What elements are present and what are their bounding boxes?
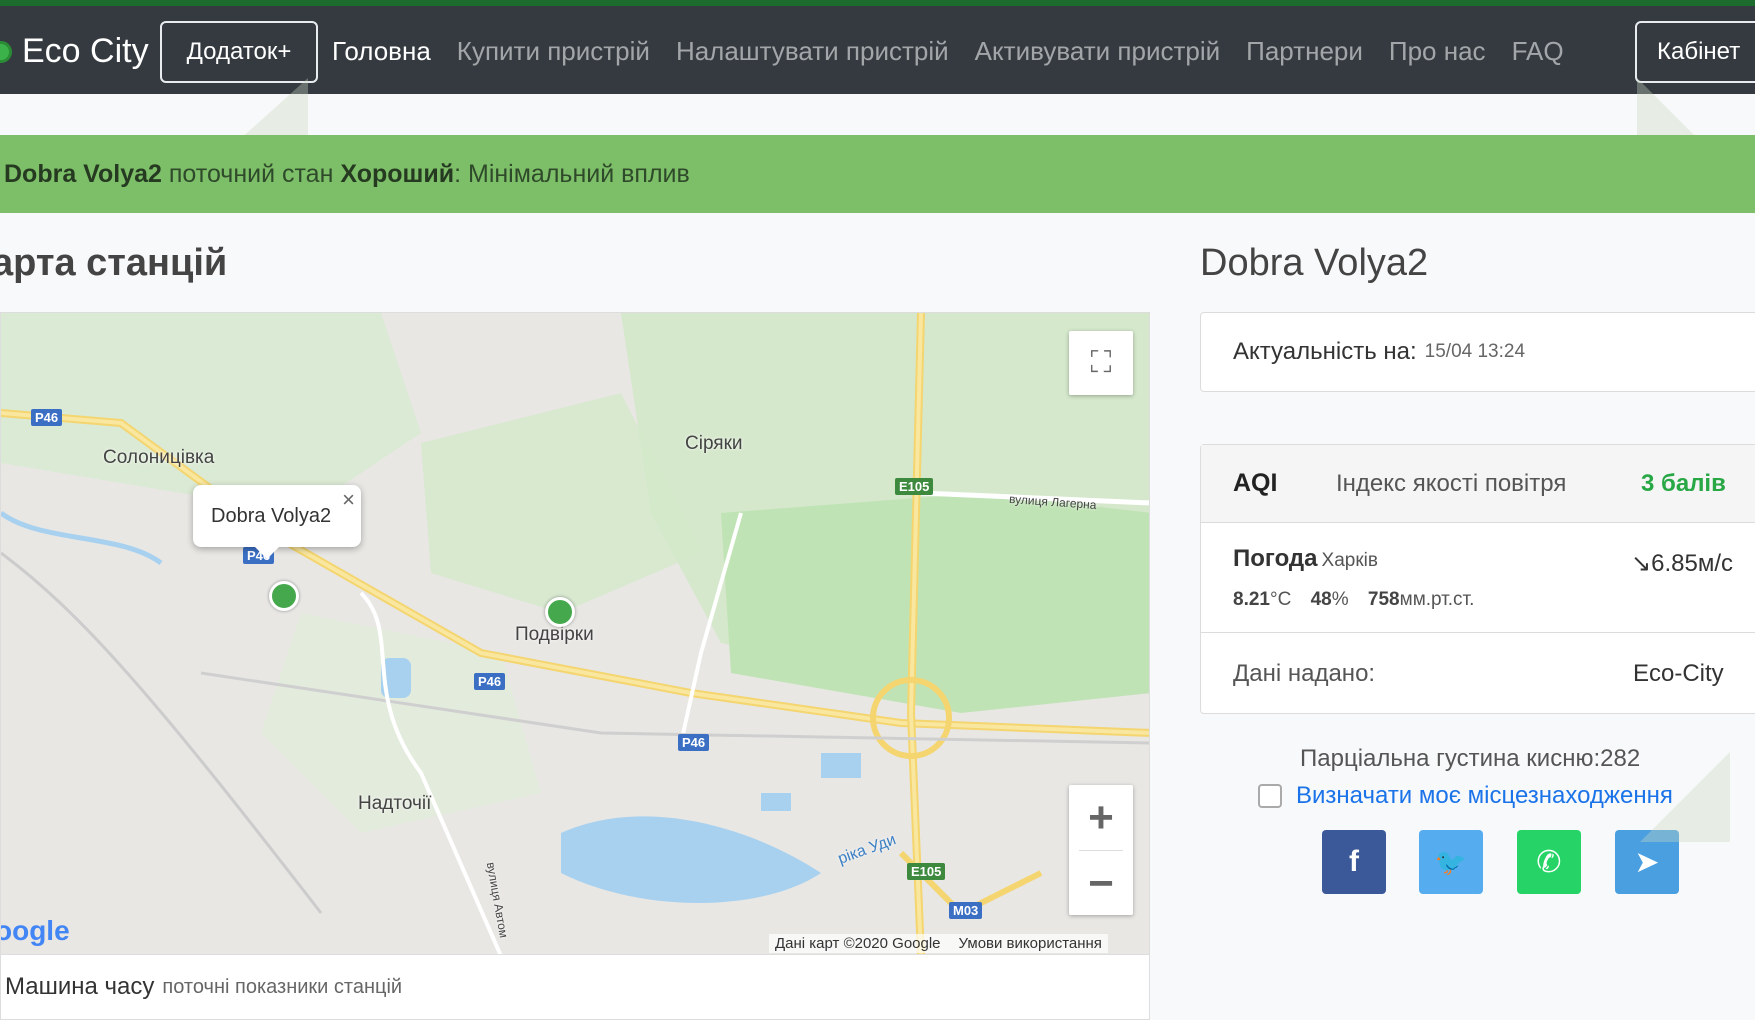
- weather-label: Погода: [1233, 545, 1318, 572]
- pressure-unit: мм.рт.ст.: [1399, 589, 1475, 610]
- nav-link-home[interactable]: Головна: [332, 36, 431, 67]
- nav-link-buy-device[interactable]: Купити пристрій: [457, 36, 650, 67]
- twitter-icon: 🐦: [1434, 846, 1468, 877]
- road-badge-e105: E105: [895, 478, 934, 495]
- map-label-nadtochii: Надточії: [358, 793, 432, 814]
- nav-link-about[interactable]: Про нас: [1389, 36, 1486, 67]
- station-title: Dobra Volya2: [1200, 242, 1429, 284]
- weather-title: Погода Харків: [1233, 545, 1378, 573]
- temperature-unit: °C: [1269, 589, 1292, 610]
- road-badge-m03: M03: [949, 902, 983, 919]
- road-badge-e105: E105: [907, 863, 946, 880]
- humidity: 48%: [1311, 589, 1349, 610]
- weather-row: Погода Харків ↘6.85м/с 8.21°C 48% 758мм.р…: [1201, 523, 1755, 633]
- banner-current-state-text: поточний стан: [168, 159, 334, 188]
- road-badge-p46: P46: [31, 409, 63, 426]
- station-marker-dobra-volya2[interactable]: [269, 581, 299, 611]
- humidity-unit: %: [1331, 589, 1349, 610]
- updated-timestamp: 15/04 13:24: [1424, 341, 1526, 362]
- banner-state: Хороший: [340, 159, 455, 188]
- zoom-in-button[interactable]: +: [1069, 785, 1133, 850]
- geolocation-checkbox[interactable]: [1258, 784, 1282, 808]
- station-marker-podvirky[interactable]: [545, 597, 575, 627]
- temperature-value: 8.21: [1233, 589, 1270, 610]
- nav-links: Головна Купити пристрій Налаштувати прис…: [332, 36, 1564, 67]
- brand-name: Eco City: [22, 32, 149, 70]
- map-terms-link[interactable]: Умови використання: [959, 935, 1102, 952]
- wind-speed: ↘6.85м/с: [1631, 550, 1733, 577]
- map-data-credit: Дані карт ©2020 Google: [775, 935, 941, 952]
- google-logo: oogle: [0, 915, 70, 947]
- nav-link-setup-device[interactable]: Налаштувати пристрій: [676, 36, 949, 67]
- aqi-label: AQI: [1233, 469, 1278, 497]
- app-button[interactable]: Додаток+: [160, 21, 318, 83]
- decorative-triangle-bottom-right: [1640, 752, 1730, 842]
- source-value: Eco-City: [1633, 660, 1724, 687]
- whatsapp-icon: ✆: [1536, 845, 1562, 879]
- stations-map-heading: арта станцій: [0, 242, 228, 284]
- fullscreen-button[interactable]: ⛶: [1069, 331, 1133, 395]
- source-label: Дані надано:: [1233, 660, 1376, 687]
- station-info-popup: Dobra Volya2 ×: [193, 485, 361, 559]
- data-source-row: Дані надано: Eco-City: [1201, 633, 1755, 715]
- fullscreen-icon: ⛶: [1090, 346, 1112, 379]
- weather-stats: 8.21°C 48% 758мм.рт.ст.: [1233, 589, 1474, 611]
- pressure-value: 758: [1367, 589, 1400, 610]
- road-badge-p46: P46: [474, 673, 506, 690]
- aqi-row: AQI Індекс якості повітря 3 балів: [1201, 445, 1755, 523]
- map-label-siryaky: Сіряки: [685, 433, 743, 454]
- time-machine-subtitle: поточні показники станцій: [162, 975, 403, 998]
- share-whatsapp-button[interactable]: ✆: [1517, 830, 1581, 894]
- map-credits: Дані карт ©2020 Google Умови використання: [769, 934, 1108, 953]
- nav-link-activate-device[interactable]: Активувати пристрій: [975, 36, 1220, 67]
- oxygen-density: Парціальна густина кисню:282: [1300, 745, 1641, 772]
- banner-impact: Мінімальний вплив: [468, 159, 690, 188]
- geolocation-label[interactable]: Визначати моє місцезнаходження: [1296, 782, 1673, 810]
- updated-card: Актуальність на: 15/04 13:24: [1200, 312, 1755, 392]
- stations-map[interactable]: ⛶ P46 P46 P46 P46 E105 E105 M03 Солониці…: [0, 312, 1150, 955]
- updated-label: Актуальність на:: [1233, 338, 1417, 365]
- eco-leaf-logo-icon: [0, 40, 12, 63]
- cabinet-button[interactable]: Кабінет: [1635, 21, 1755, 83]
- station-readings-card: AQI Індекс якості повітря 3 балів Погода…: [1200, 444, 1755, 714]
- zoom-out-button[interactable]: −: [1069, 851, 1133, 916]
- banner-separator: :: [454, 159, 462, 188]
- zoom-controls: + −: [1069, 785, 1133, 915]
- brand[interactable]: Eco City: [0, 32, 149, 71]
- weather-city: Харків: [1321, 550, 1378, 571]
- nav-link-partners[interactable]: Партнери: [1246, 36, 1363, 67]
- road-badge-p46: P46: [678, 734, 710, 751]
- share-facebook-button[interactable]: f: [1322, 830, 1386, 894]
- popup-station-name: Dobra Volya2: [211, 504, 332, 527]
- time-machine-title: Машина часу: [5, 973, 155, 1000]
- map-label-podvirky: Подвірки: [515, 624, 594, 645]
- share-twitter-button[interactable]: 🐦: [1419, 830, 1483, 894]
- air-quality-alert-banner: Dobra Volya2 поточний стан Хороший: Міні…: [0, 135, 1755, 213]
- aqi-value: 3 балів: [1641, 469, 1726, 497]
- nav-link-faq[interactable]: FAQ: [1512, 36, 1564, 67]
- time-machine-panel[interactable]: Машина часу поточні показники станцій: [0, 955, 1150, 1020]
- pressure: 758мм.рт.ст.: [1368, 589, 1475, 610]
- geolocation-toggle[interactable]: Визначати моє місцезнаходження: [1258, 782, 1673, 810]
- google-logo-text: oogle: [0, 915, 70, 946]
- humidity-value: 48: [1310, 589, 1332, 610]
- facebook-icon: f: [1349, 845, 1359, 878]
- map-label-solonytsivka: Солоницівка: [103, 447, 215, 468]
- aqi-description: Індекс якості повітря: [1336, 469, 1567, 497]
- telegram-icon: ➤: [1634, 845, 1660, 879]
- close-icon[interactable]: ×: [342, 487, 355, 513]
- temperature: 8.21°C: [1233, 589, 1291, 610]
- banner-station-name: Dobra Volya2: [4, 159, 162, 188]
